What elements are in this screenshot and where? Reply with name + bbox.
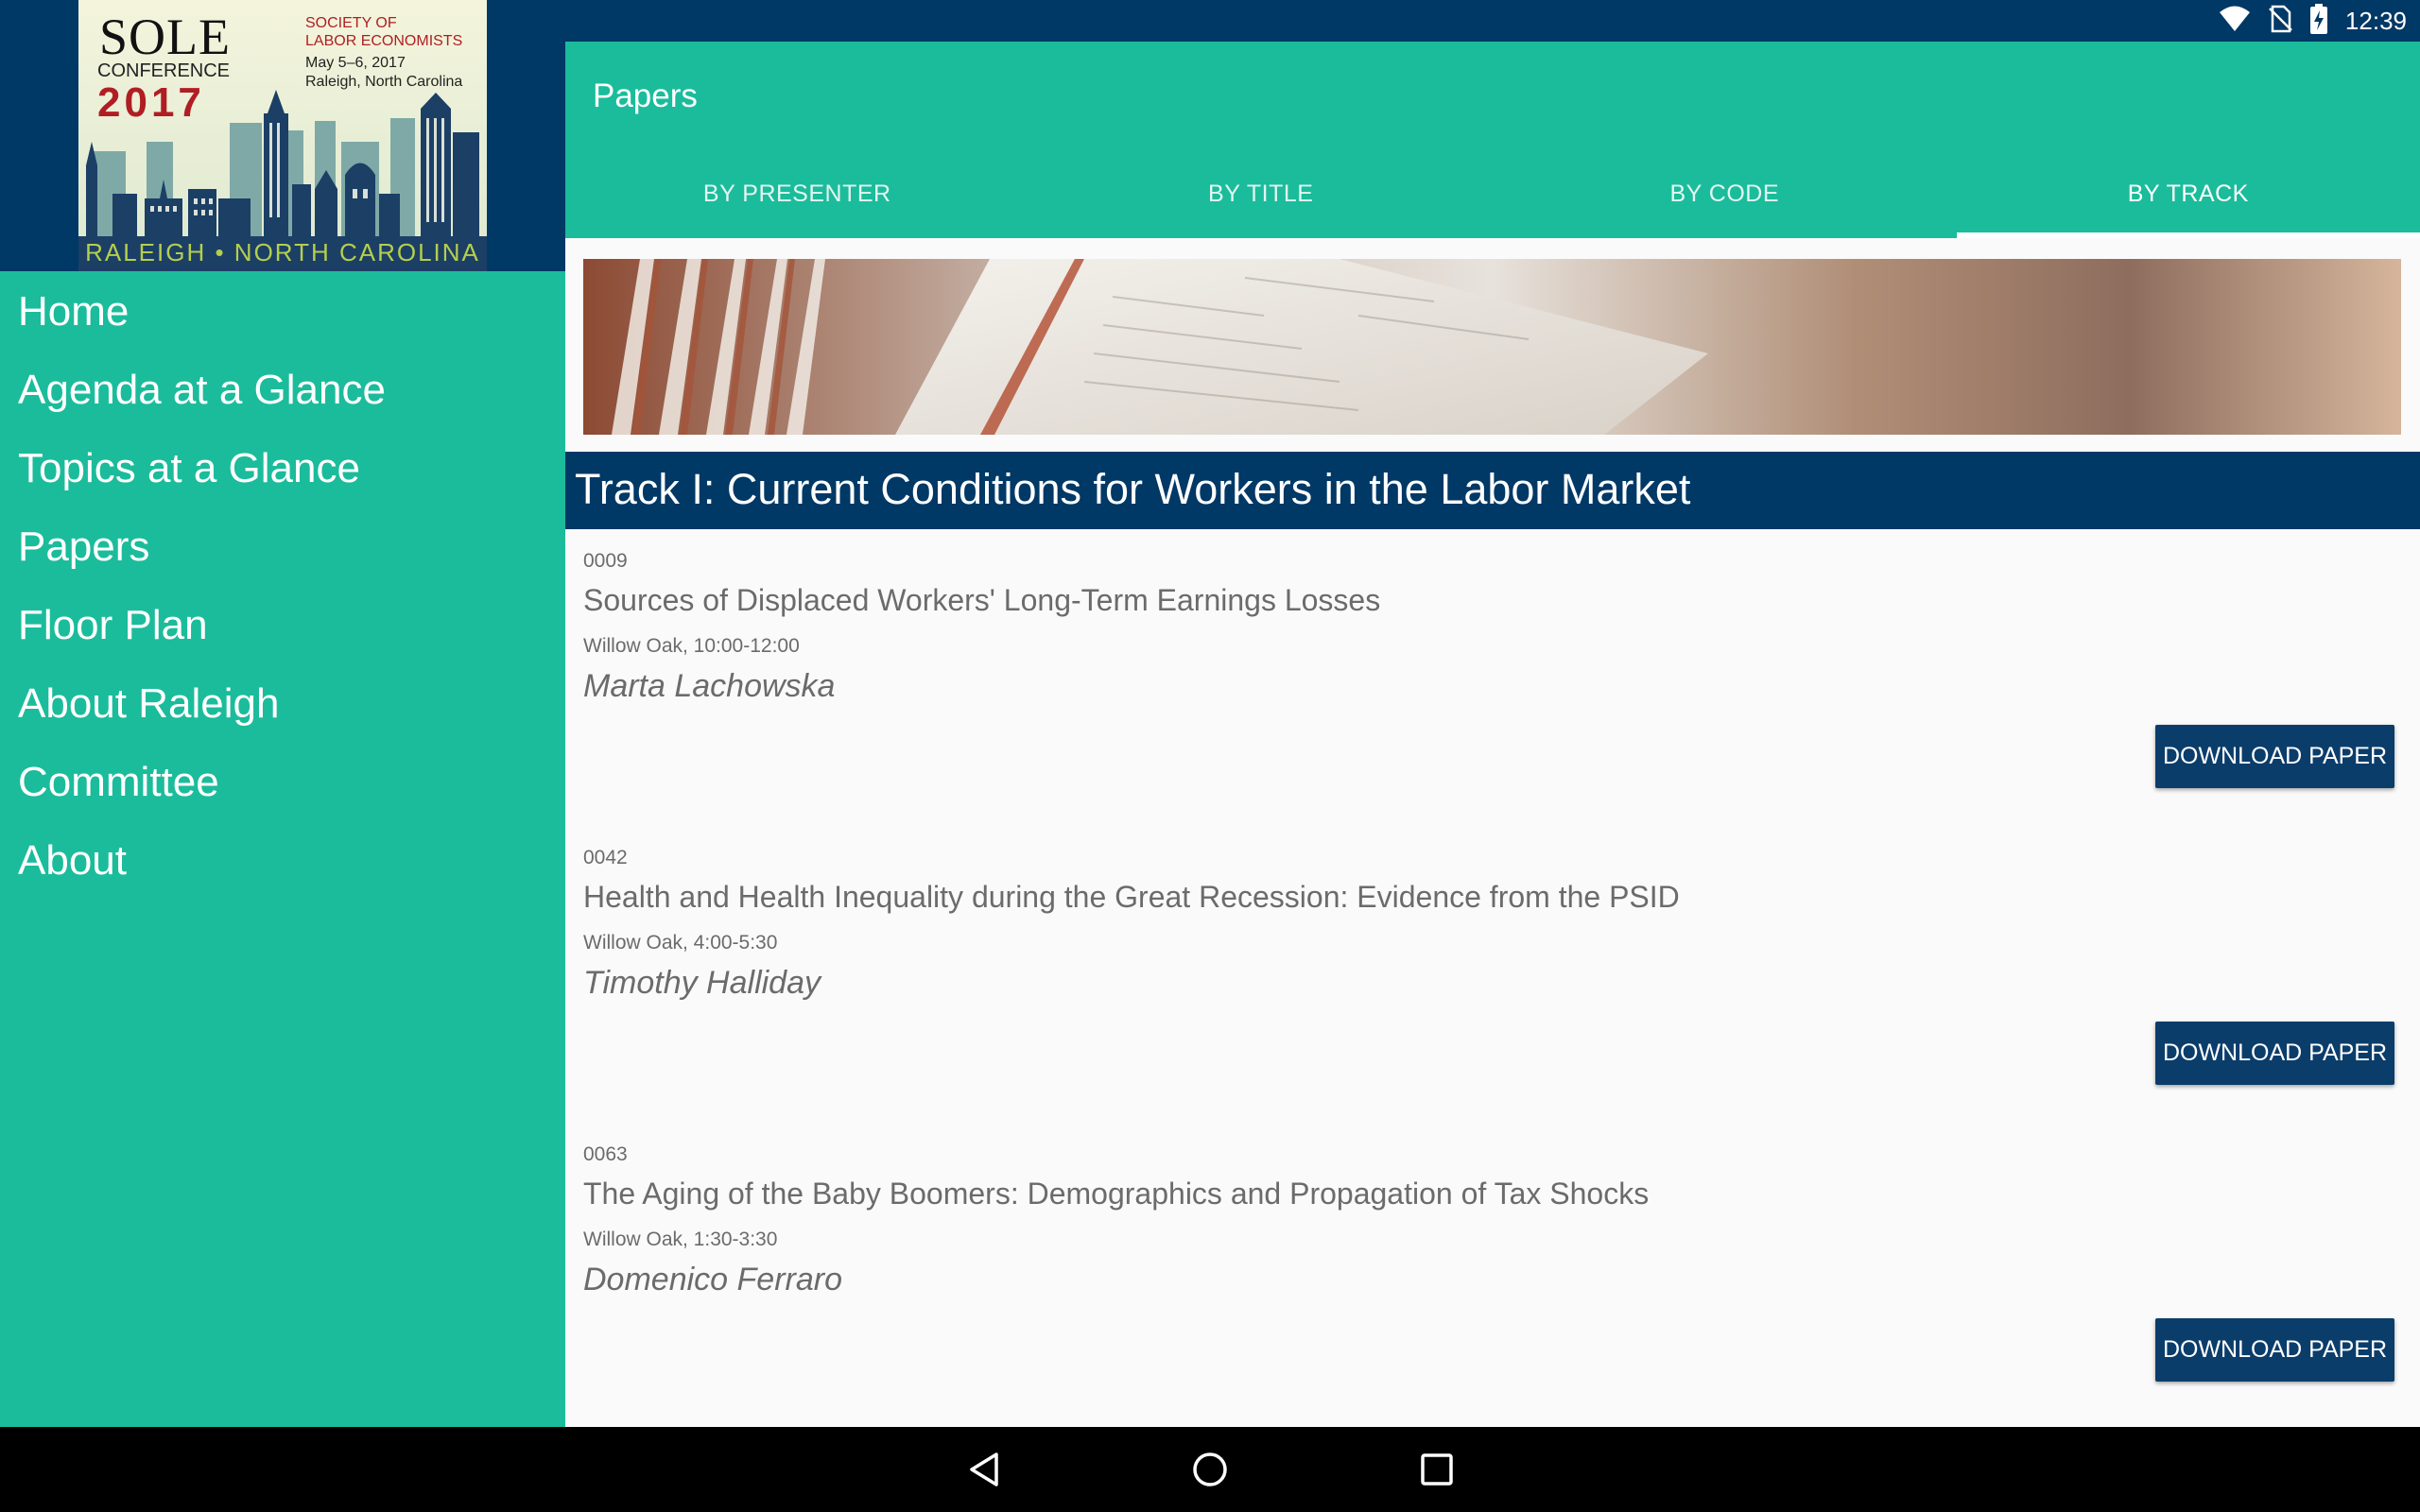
nav-item-papers[interactable]: Papers — [0, 519, 565, 597]
navigation-drawer: SOLE CONFERENCE 2017 SOCIETY OF LABOR EC… — [0, 0, 565, 1427]
download-paper-button[interactable]: DOWNLOAD PAPER — [2155, 1318, 2394, 1382]
logo-place: Raleigh, North Carolina — [305, 74, 463, 90]
status-icons: 12:39 — [2219, 3, 2407, 39]
nav-item-committee[interactable]: Committee — [0, 754, 565, 833]
status-time: 12:39 — [2344, 6, 2407, 35]
drawer-menu: Home Agenda at a Glance Topics at a Glan… — [0, 284, 565, 911]
tab-bar: BY PRESENTER BY TITLE BY CODE BY TRACK — [565, 174, 2420, 238]
nav-item-agenda-at-a-glance[interactable]: Agenda at a Glance — [0, 362, 565, 440]
nav-item-topics-at-a-glance[interactable]: Topics at a Glance — [0, 440, 565, 519]
download-paper-button[interactable]: DOWNLOAD PAPER — [2155, 725, 2394, 788]
paper-room: Willow Oak, 1:30-3:30 — [583, 1228, 778, 1250]
tab-by-title[interactable]: BY TITLE — [1029, 174, 1494, 238]
back-icon[interactable] — [966, 1451, 1004, 1488]
paper-code: 0042 — [583, 847, 628, 868]
paper-title: Sources of Displaced Workers' Long-Term … — [583, 583, 1381, 617]
tab-by-track[interactable]: BY TRACK — [1956, 174, 2420, 238]
logo-region-text: RALEIGH • NORTH CAROLINA — [85, 238, 480, 266]
track-title: Track I: Current Conditions for Workers … — [575, 465, 1691, 513]
download-paper-button[interactable]: DOWNLOAD PAPER — [2155, 1022, 2394, 1085]
paper-author: Domenico Ferraro — [583, 1262, 842, 1297]
banner-image — [583, 259, 2401, 435]
paper-author: Timothy Halliday — [583, 965, 821, 1001]
logo-dates: May 5–6, 2017 — [305, 55, 406, 71]
paper-title: Health and Health Inequality during the … — [583, 880, 1680, 914]
logo-society-line2: LABOR ECONOMISTS — [305, 33, 463, 49]
battery-charging-icon — [2309, 3, 2328, 39]
paper-card: 0042 Health and Health Inequality during… — [583, 847, 2402, 1130]
nav-item-about[interactable]: About — [0, 833, 565, 911]
tab-by-code[interactable]: BY CODE — [1493, 174, 1957, 238]
drawer-header: SOLE CONFERENCE 2017 SOCIETY OF LABOR EC… — [0, 0, 565, 271]
logo-sole-text: SOLE — [99, 9, 231, 65]
app-bar: Papers BY PRESENTER BY TITLE BY CODE BY … — [565, 42, 2420, 238]
paper-card: 0009 Sources of Displaced Workers' Long-… — [583, 550, 2402, 833]
paper-title: The Aging of the Baby Boomers: Demograph… — [583, 1177, 1650, 1211]
no-sim-icon — [2268, 5, 2292, 38]
nav-item-about-raleigh[interactable]: About Raleigh — [0, 676, 565, 754]
track-header: Track I: Current Conditions for Workers … — [565, 452, 2420, 529]
page-title: Papers — [593, 77, 698, 114]
logo-year-text: 2017 — [97, 79, 205, 126]
recents-icon[interactable] — [1418, 1451, 1456, 1488]
paper-card: 0063 The Aging of the Baby Boomers: Demo… — [583, 1143, 2402, 1427]
wifi-icon — [2219, 6, 2251, 37]
paper-code: 0009 — [583, 550, 628, 572]
paper-author: Marta Lachowska — [583, 668, 836, 704]
paper-room: Willow Oak, 4:00-5:30 — [583, 932, 778, 954]
nav-item-floor-plan[interactable]: Floor Plan — [0, 597, 565, 676]
tab-by-presenter[interactable]: BY PRESENTER — [565, 174, 1029, 238]
paper-room: Willow Oak, 10:00-12:00 — [583, 635, 800, 657]
logo-society-line1: SOCIETY OF — [305, 15, 397, 31]
nav-item-home[interactable]: Home — [0, 284, 565, 362]
papers-list[interactable]: Track I: Current Conditions for Workers … — [565, 238, 2420, 1427]
conference-logo: SOLE CONFERENCE 2017 SOCIETY OF LABOR EC… — [78, 0, 487, 271]
paper-code: 0063 — [583, 1143, 628, 1165]
home-icon[interactable] — [1191, 1451, 1229, 1488]
system-navigation-bar — [0, 1427, 2420, 1512]
